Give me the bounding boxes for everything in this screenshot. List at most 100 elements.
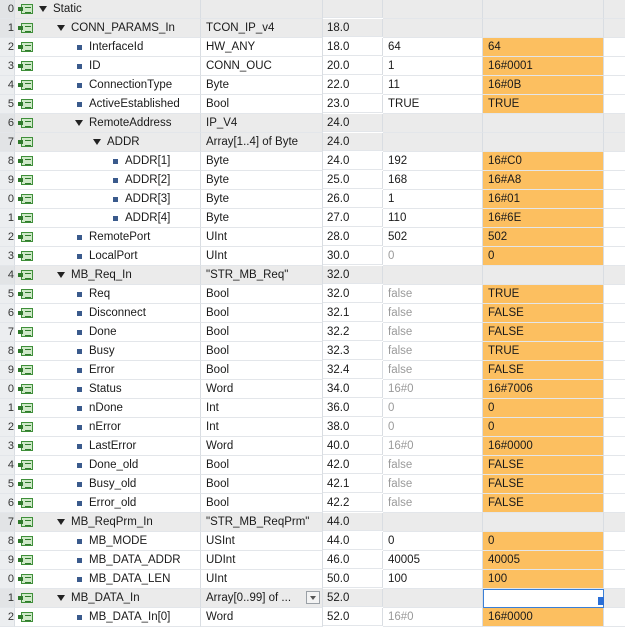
start-value-cell[interactable]: 168 xyxy=(383,171,483,190)
name-cell[interactable]: Done xyxy=(15,323,201,342)
data-type-cell[interactable]: UInt xyxy=(201,228,323,247)
name-cell[interactable]: ADDR xyxy=(15,133,201,152)
start-value-cell[interactable] xyxy=(383,133,483,152)
table-row[interactable]: 2 nError Int 38.0 0 0 xyxy=(0,418,625,437)
name-cell[interactable]: MB_ReqPrm_In xyxy=(15,513,201,532)
expand-triangle-icon[interactable] xyxy=(57,595,65,601)
table-row[interactable]: 2 RemotePort UInt 28.0 502 502 xyxy=(0,228,625,247)
start-value-cell[interactable] xyxy=(383,0,483,19)
data-type-cell[interactable]: Byte xyxy=(201,171,323,190)
data-type-cell[interactable]: Array[0..99] of ... xyxy=(201,589,323,608)
expand-triangle-icon[interactable] xyxy=(39,6,47,12)
start-value-cell[interactable]: 40005 xyxy=(383,551,483,570)
data-type-cell[interactable]: TCON_IP_v4 xyxy=(201,19,323,38)
data-type-cell[interactable]: Int xyxy=(201,418,323,437)
data-type-cell[interactable]: Byte xyxy=(201,76,323,95)
start-value-cell[interactable]: false xyxy=(383,456,483,475)
table-row[interactable]: 1 CONN_PARAMS_In TCON_IP_v4 18.0 xyxy=(0,19,625,38)
start-value-cell[interactable] xyxy=(383,513,483,532)
name-cell[interactable]: CONN_PARAMS_In xyxy=(15,19,201,38)
table-row[interactable]: 0 Status Word 34.0 16#0 16#7006 xyxy=(0,380,625,399)
start-value-cell[interactable]: 64 xyxy=(383,38,483,57)
table-row[interactable]: 6 Error_old Bool 42.2 false FALSE xyxy=(0,494,625,513)
monitor-value-cell[interactable] xyxy=(483,114,604,133)
table-row[interactable]: 4 MB_Req_In "STR_MB_Req" 32.0 xyxy=(0,266,625,285)
table-row[interactable]: 1 nDone Int 36.0 0 0 xyxy=(0,399,625,418)
table-row[interactable]: 8 ADDR[1] Byte 24.0 192 16#C0 xyxy=(0,152,625,171)
table-row[interactable]: 9 MB_DATA_ADDR UDInt 46.0 40005 40005 xyxy=(0,551,625,570)
table-row[interactable]: 3 LastError Word 40.0 16#0 16#0000 xyxy=(0,437,625,456)
start-value-cell[interactable]: 502 xyxy=(383,228,483,247)
monitor-value-cell[interactable] xyxy=(483,0,604,19)
table-row[interactable]: 5 ActiveEstablished Bool 23.0 TRUE TRUE xyxy=(0,95,625,114)
monitor-value-cell[interactable]: 64 xyxy=(483,38,604,57)
name-cell[interactable]: MB_DATA_In xyxy=(15,589,201,608)
table-row[interactable]: 1 ADDR[4] Byte 27.0 110 16#6E xyxy=(0,209,625,228)
start-value-cell[interactable] xyxy=(383,266,483,285)
name-cell[interactable]: Req xyxy=(15,285,201,304)
table-row[interactable]: 2 MB_DATA_In[0] Word 52.0 16#0 16#0000 xyxy=(0,608,625,627)
monitor-value-cell[interactable]: FALSE xyxy=(483,361,604,380)
start-value-cell[interactable]: TRUE xyxy=(383,95,483,114)
data-type-cell[interactable]: CONN_OUC xyxy=(201,57,323,76)
data-type-cell[interactable]: IP_V4 xyxy=(201,114,323,133)
data-type-cell[interactable]: Word xyxy=(201,608,323,627)
monitor-value-cell[interactable]: 16#0001 xyxy=(483,57,604,76)
expand-triangle-icon[interactable] xyxy=(57,519,65,525)
table-row[interactable]: 7 MB_ReqPrm_In "STR_MB_ReqPrm" 44.0 xyxy=(0,513,625,532)
name-cell[interactable]: ActiveEstablished xyxy=(15,95,201,114)
table-row[interactable]: 7 ADDR Array[1..4] of Byte 24.0 xyxy=(0,133,625,152)
data-type-cell[interactable]: Array[1..4] of Byte xyxy=(201,133,323,152)
monitor-value-cell[interactable]: FALSE xyxy=(483,456,604,475)
monitor-value-cell[interactable]: 0 xyxy=(483,247,604,266)
monitor-value-cell[interactable]: TRUE xyxy=(483,342,604,361)
data-type-cell[interactable]: UInt xyxy=(201,247,323,266)
data-type-cell[interactable]: Int xyxy=(201,399,323,418)
table-row[interactable]: 3 LocalPort UInt 30.0 0 0 xyxy=(0,247,625,266)
data-type-cell[interactable]: Byte xyxy=(201,190,323,209)
expand-triangle-icon[interactable] xyxy=(57,272,65,278)
table-row[interactable]: 2 InterfaceId HW_ANY 18.0 64 64 xyxy=(0,38,625,57)
monitor-value-cell[interactable]: FALSE xyxy=(483,323,604,342)
monitor-value-cell[interactable] xyxy=(483,589,604,608)
data-type-cell[interactable]: Bool xyxy=(201,456,323,475)
data-type-cell[interactable] xyxy=(201,0,323,19)
start-value-cell[interactable]: 0 xyxy=(383,532,483,551)
start-value-cell[interactable]: 110 xyxy=(383,209,483,228)
monitor-value-cell[interactable]: 100 xyxy=(483,570,604,589)
data-type-cell[interactable]: Word xyxy=(201,380,323,399)
name-cell[interactable]: MB_DATA_LEN xyxy=(15,570,201,589)
table-row[interactable]: 5 Busy_old Bool 42.1 false FALSE xyxy=(0,475,625,494)
start-value-cell[interactable]: 11 xyxy=(383,76,483,95)
monitor-value-cell[interactable] xyxy=(483,19,604,38)
start-value-cell[interactable]: false xyxy=(383,323,483,342)
name-cell[interactable]: LocalPort xyxy=(15,247,201,266)
data-type-cell[interactable]: USInt xyxy=(201,532,323,551)
table-row[interactable]: 0 ADDR[3] Byte 26.0 1 16#01 xyxy=(0,190,625,209)
monitor-value-cell[interactable]: 0 xyxy=(483,399,604,418)
name-cell[interactable]: ADDR[2] xyxy=(15,171,201,190)
name-cell[interactable]: Busy_old xyxy=(15,475,201,494)
data-type-cell[interactable]: Bool xyxy=(201,95,323,114)
data-type-cell[interactable]: "STR_MB_ReqPrm" xyxy=(201,513,323,532)
expand-triangle-icon[interactable] xyxy=(75,120,83,126)
monitor-value-cell[interactable]: 16#A8 xyxy=(483,171,604,190)
start-value-cell[interactable]: 16#0 xyxy=(383,437,483,456)
table-row[interactable]: 9 Error Bool 32.4 false FALSE xyxy=(0,361,625,380)
monitor-value-cell[interactable]: 0 xyxy=(483,418,604,437)
start-value-cell[interactable]: false xyxy=(383,361,483,380)
name-cell[interactable]: Status xyxy=(15,380,201,399)
data-type-cell[interactable]: UInt xyxy=(201,570,323,589)
table-row[interactable]: 9 ADDR[2] Byte 25.0 168 16#A8 xyxy=(0,171,625,190)
start-value-cell[interactable]: false xyxy=(383,475,483,494)
name-cell[interactable]: Error xyxy=(15,361,201,380)
start-value-cell[interactable]: 16#0 xyxy=(383,380,483,399)
monitor-value-cell[interactable] xyxy=(483,133,604,152)
monitor-value-cell[interactable]: 16#6E xyxy=(483,209,604,228)
start-value-cell[interactable]: false xyxy=(383,494,483,513)
name-cell[interactable]: Busy xyxy=(15,342,201,361)
table-row[interactable]: 8 MB_MODE USInt 44.0 0 0 xyxy=(0,532,625,551)
monitor-value-cell[interactable]: 16#01 xyxy=(483,190,604,209)
name-cell[interactable]: Disconnect xyxy=(15,304,201,323)
start-value-cell[interactable]: 0 xyxy=(383,399,483,418)
